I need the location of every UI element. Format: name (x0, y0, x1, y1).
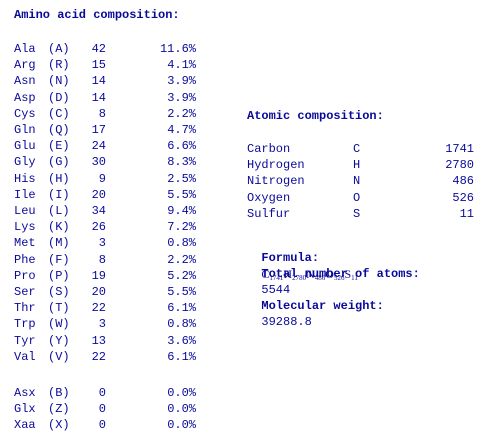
amino-acid-percent: 5.2% (167, 269, 196, 283)
amino-acid-percent: 4.7% (167, 123, 196, 137)
amino-acid-percent: 5.5% (167, 285, 196, 299)
element-count: 1741 (445, 142, 474, 156)
amino-acid-row: Arg (R) 15 4.1% (14, 57, 204, 73)
amino-acid-percent: 3.6% (167, 334, 196, 348)
amino-acid-percent: 2.2% (167, 107, 196, 121)
amino-acid-percent: 0.8% (167, 236, 196, 250)
atomic-row: Carbon C 1741 (247, 141, 477, 157)
amino-acid-percent: 8.3% (167, 155, 196, 169)
amino-acid-percent: 0.0% (167, 418, 196, 432)
amino-acid-row: Glu (E) 24 6.6% (14, 138, 204, 154)
total-atoms-label: Total number of atoms: (261, 267, 420, 281)
amino-acid-row: Leu (L) 34 9.4% (14, 203, 204, 219)
molecular-weight-line: Molecular weight: 39288.8 (247, 282, 384, 330)
molecular-weight-label: Molecular weight: (261, 299, 384, 313)
amino-acid-percent: 6.1% (167, 301, 196, 315)
atomic-composition-heading: Atomic composition: (247, 109, 384, 123)
molecular-weight-value: 39288.8 (261, 315, 312, 329)
amino-acid-row: Met (M) 3 0.8% (14, 235, 204, 251)
amino-acid-percent: 3.9% (167, 91, 196, 105)
amino-acid-percent: 0.8% (167, 317, 196, 331)
atomic-row: Sulfur S 11 (247, 206, 477, 222)
element-count: 11 (459, 207, 474, 221)
amino-acid-row: Ile (I) 20 5.5% (14, 187, 204, 203)
amino-acid-percent: 0.0% (167, 386, 196, 400)
amino-acid-row: Xaa (X) 0 0.0% (14, 417, 204, 433)
element-count: 2780 (445, 158, 474, 172)
atomic-row: Nitrogen N 486 (247, 173, 477, 189)
element-count: 526 (452, 191, 474, 205)
amino-acid-row: Asn (N) 14 3.9% (14, 73, 204, 89)
amino-acid-row: Cys (C) 8 2.2% (14, 106, 204, 122)
amino-acid-row: Lys (K) 26 7.2% (14, 219, 204, 235)
amino-acid-row: Thr (T) 22 6.1% (14, 300, 204, 316)
atomic-row: Hydrogen H 2780 (247, 157, 477, 173)
amino-acid-row: Phe (F) 8 2.2% (14, 252, 204, 268)
amino-acid-percent: 9.4% (167, 204, 196, 218)
amino-acid-row: Gln (Q) 17 4.7% (14, 122, 204, 138)
amino-acid-percent: 2.5% (167, 172, 196, 186)
amino-acid-percent: 5.5% (167, 188, 196, 202)
amino-acid-row: Trp (W) 3 0.8% (14, 316, 204, 332)
amino-acid-percent: 4.1% (167, 58, 196, 72)
amino-acid-percent: 2.2% (167, 253, 196, 267)
amino-acid-row: Pro (P) 19 5.2% (14, 268, 204, 284)
amino-acid-heading: Amino acid composition: (14, 8, 180, 22)
amino-acid-percent: 6.1% (167, 350, 196, 364)
amino-acid-row: Ser (S) 20 5.5% (14, 284, 204, 300)
amino-acid-percent: 6.6% (167, 139, 196, 153)
atomic-row: Oxygen O 526 (247, 190, 477, 206)
amino-acid-percent: 11.6% (159, 42, 196, 56)
amino-acid-row: Val (V) 22 6.1% (14, 349, 204, 365)
element-count: 486 (452, 174, 474, 188)
amino-acid-percent: 0.0% (167, 402, 196, 416)
amino-acid-row: Gly (G) 30 8.3% (14, 154, 204, 170)
amino-acid-row: Asx (B) 0 0.0% (14, 385, 204, 401)
amino-acid-row: Asp (D) 14 3.9% (14, 90, 204, 106)
amino-acid-percent: 7.2% (167, 220, 196, 234)
amino-acid-row: Glx (Z) 0 0.0% (14, 401, 204, 417)
amino-acid-row: His (H) 9 2.5% (14, 171, 204, 187)
amino-acid-percent: 3.9% (167, 74, 196, 88)
amino-acid-row: Ala (A) 42 11.6% (14, 41, 204, 57)
amino-acid-row: Tyr (Y) 13 3.6% (14, 333, 204, 349)
